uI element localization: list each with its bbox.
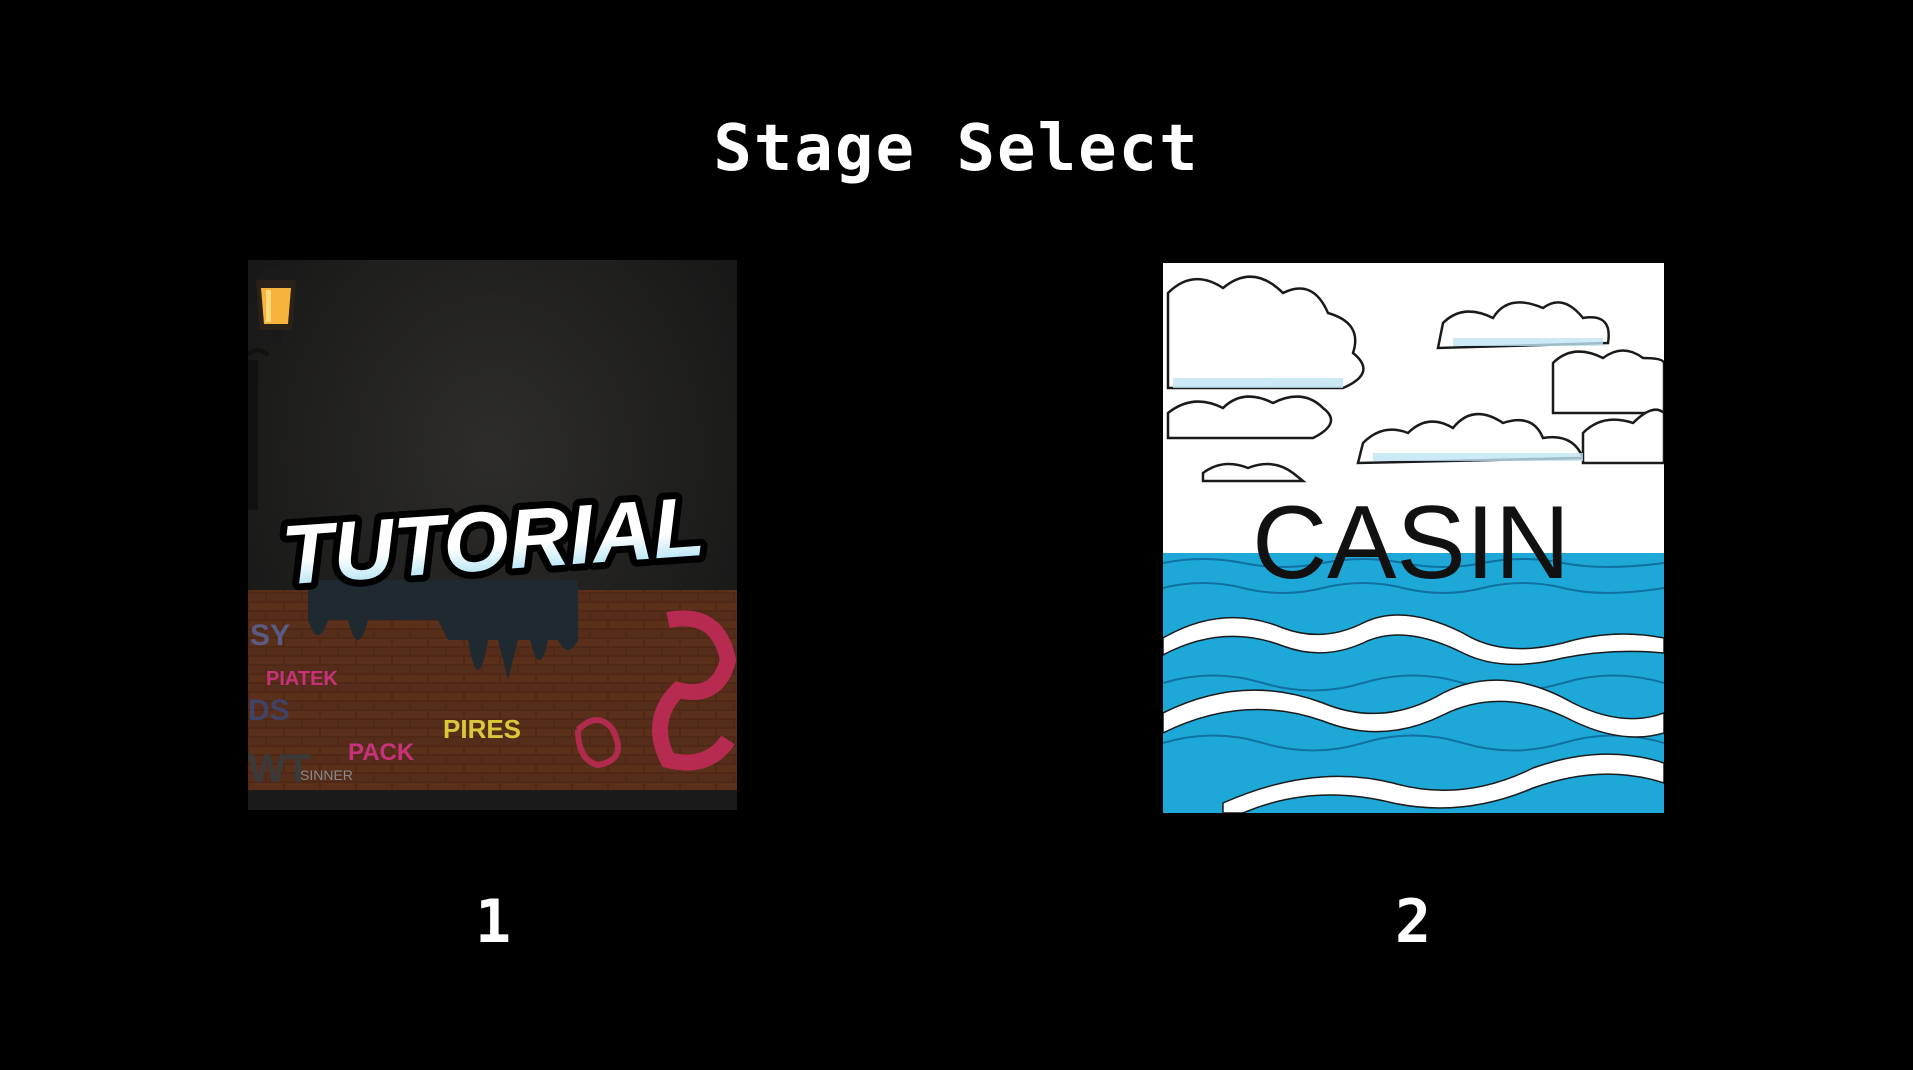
graffiti-tag: PIRES <box>443 714 521 744</box>
graffiti-tag: DS <box>248 694 290 727</box>
graffiti-tag: SINNER <box>300 767 353 783</box>
stage-number-2[interactable]: 2 <box>1363 887 1463 957</box>
graffiti-tag: PIATEK <box>266 668 338 690</box>
stage-card-2[interactable]: CASIN <box>1163 263 1664 815</box>
graffiti-tag: PACK <box>348 739 415 766</box>
stage-number-1[interactable]: 1 <box>443 887 543 957</box>
stage-select-title: Stage Select <box>713 112 1200 186</box>
thumbnail-title: CASIN <box>1252 485 1570 601</box>
stage-thumbnail-tutorial[interactable]: SY PIATEK DS PACK PIRES WT SINNER TUTORI… <box>248 260 737 810</box>
graffiti-tag: SY <box>250 619 290 652</box>
stage-card-1[interactable]: SY PIATEK DS PACK PIRES WT SINNER TUTORI… <box>248 260 737 812</box>
stage-thumbnail-casin[interactable]: CASIN <box>1163 263 1664 813</box>
